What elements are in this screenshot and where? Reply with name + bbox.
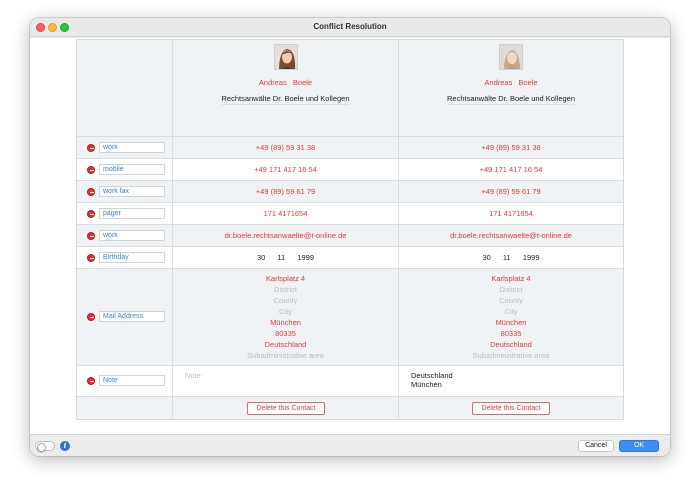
field-label-mail-address[interactable]: Mail Address: [99, 311, 165, 322]
delete-contact-button[interactable]: Delete this Contact: [247, 402, 325, 415]
field-label-email-work[interactable]: work: [99, 230, 165, 241]
address-street[interactable]: Karlsplatz 4: [399, 274, 623, 283]
address-city[interactable]: München: [173, 318, 398, 327]
minus-circle-icon[interactable]: [87, 166, 95, 174]
toggle-switch[interactable]: [35, 441, 55, 452]
field-label-note[interactable]: Note: [99, 375, 165, 386]
avatar: [274, 44, 298, 70]
info-icon[interactable]: i: [60, 441, 70, 451]
mail-address-row: Mail Address Karlsplatz 4 District Count…: [77, 268, 623, 365]
note-line: München: [411, 380, 442, 389]
phone-work-row: work +49 (89) 59 31 38 +49 (89) 59 31 38: [77, 136, 623, 158]
birthday-value: 30 11 1999: [173, 253, 398, 262]
field-label-work-fax[interactable]: work fax: [99, 186, 165, 197]
birthday-day[interactable]: 30: [257, 253, 265, 262]
address-right: Karlsplatz 4 District County City Münche…: [399, 269, 623, 365]
phone-work-value[interactable]: +49 (89) 59 31 38: [399, 143, 623, 152]
company-name: Rechtsanwälte Dr. Boele und Kollegen: [399, 94, 623, 105]
minus-circle-icon[interactable]: [87, 188, 95, 196]
birthday-year[interactable]: 1999: [297, 253, 314, 262]
cancel-button[interactable]: Cancel: [578, 440, 614, 452]
last-name[interactable]: Boele: [293, 78, 312, 87]
address-county[interactable]: County: [173, 296, 398, 305]
field-label-birthday[interactable]: Birthday: [99, 252, 165, 263]
email-work-value[interactable]: dr.boele.rechtsanwaelte@t-online.de: [399, 231, 623, 240]
address-country[interactable]: Deutschland: [399, 340, 623, 349]
conflict-content: Andreas Boele Rechtsanwälte Dr. Boele un…: [30, 38, 670, 434]
conflict-grid: Andreas Boele Rechtsanwälte Dr. Boele un…: [76, 39, 624, 420]
address-left: Karlsplatz 4 District County City Münche…: [173, 269, 399, 365]
company-field[interactable]: Rechtsanwälte Dr. Boele und Kollegen: [447, 94, 575, 105]
fax-work-value[interactable]: +49 (89) 59 61 79: [173, 187, 398, 196]
contact-name: Andreas Boele: [173, 78, 398, 87]
note-row: Note Note Deutschland München: [77, 365, 623, 396]
address-country[interactable]: Deutschland: [173, 340, 398, 349]
pager-value[interactable]: 171 4171654: [173, 209, 398, 218]
address-district[interactable]: District: [173, 285, 398, 294]
minus-circle-icon[interactable]: [87, 144, 95, 152]
contact-name: Andreas Boele: [399, 78, 623, 87]
conflict-resolution-window: Conflict Resolution Andreas Boele Rechts…: [30, 18, 670, 456]
phone-mobile-value[interactable]: +49 171 417 16 54: [173, 165, 398, 174]
company-name: Rechtsanwälte Dr. Boele und Kollegen: [173, 94, 398, 105]
birthday-value: 30 11 1999: [399, 253, 623, 262]
birthday-row: Birthday 30 11 1999 30 11 1999: [77, 246, 623, 268]
first-name[interactable]: Andreas: [259, 78, 287, 87]
avatar: [499, 44, 523, 70]
birthday-day[interactable]: 30: [482, 253, 490, 262]
delete-contact-button[interactable]: Delete this Contact: [472, 402, 550, 415]
phone-mobile-value[interactable]: +49 171 417 16 54: [399, 165, 623, 174]
title-bar: Conflict Resolution: [30, 18, 670, 37]
address-county[interactable]: County: [399, 296, 623, 305]
field-label-work[interactable]: work: [99, 142, 165, 153]
note-value[interactable]: Deutschland München: [411, 371, 453, 389]
note-placeholder[interactable]: Note: [185, 371, 201, 380]
minus-circle-icon[interactable]: [87, 210, 95, 218]
field-label-pager[interactable]: pager: [99, 208, 165, 219]
delete-row: Delete this Contact Delete this Contact: [77, 396, 623, 419]
fax-work-row: work fax +49 (89) 59 61 79 +49 (89) 59 6…: [77, 180, 623, 202]
ok-button[interactable]: OK: [619, 440, 659, 452]
minus-circle-icon[interactable]: [87, 232, 95, 240]
note-line: Deutschland: [411, 371, 453, 380]
minus-circle-icon[interactable]: [87, 313, 95, 321]
field-label-mobile[interactable]: mobile: [99, 164, 165, 175]
pager-row: pager 171 4171654 171 4171654: [77, 202, 623, 224]
minus-circle-icon[interactable]: [87, 254, 95, 262]
phone-mobile-row: mobile +49 171 417 16 54 +49 171 417 16 …: [77, 158, 623, 180]
address-city-placeholder[interactable]: City: [173, 307, 398, 316]
email-work-value[interactable]: dr.boele.rechtsanwaelte@t-online.de: [173, 231, 398, 240]
address-subadministrative[interactable]: Subadministrative area: [399, 351, 623, 360]
contact-right-header: Andreas Boele Rechtsanwälte Dr. Boele un…: [399, 40, 623, 136]
window-title: Conflict Resolution: [313, 22, 387, 31]
address-district[interactable]: District: [399, 285, 623, 294]
address-city-placeholder[interactable]: City: [399, 307, 623, 316]
fax-work-value[interactable]: +49 (89) 59 61 79: [399, 187, 623, 196]
first-name[interactable]: Andreas: [484, 78, 512, 87]
birthday-month[interactable]: 11: [277, 253, 285, 262]
contact-left-header: Andreas Boele Rechtsanwälte Dr. Boele un…: [173, 40, 399, 136]
minus-circle-icon[interactable]: [87, 377, 95, 385]
birthday-year[interactable]: 1999: [523, 253, 540, 262]
birthday-month[interactable]: 11: [503, 253, 511, 262]
last-name[interactable]: Boele: [518, 78, 537, 87]
address-subadministrative[interactable]: Subadministrative area: [173, 351, 398, 360]
company-field[interactable]: Rechtsanwälte Dr. Boele und Kollegen: [221, 94, 350, 105]
bottom-bar: i Cancel OK: [30, 434, 670, 456]
address-city[interactable]: München: [399, 318, 623, 327]
phone-work-value[interactable]: +49 (89) 59 31 38: [173, 143, 398, 152]
email-work-row: work dr.boele.rechtsanwaelte@t-online.de…: [77, 224, 623, 246]
address-zip[interactable]: 80335: [399, 329, 623, 338]
address-zip[interactable]: 80335: [173, 329, 398, 338]
pager-value[interactable]: 171 4171654: [399, 209, 623, 218]
address-street[interactable]: Karlsplatz 4: [173, 274, 398, 283]
header-row: Andreas Boele Rechtsanwälte Dr. Boele un…: [77, 40, 623, 136]
